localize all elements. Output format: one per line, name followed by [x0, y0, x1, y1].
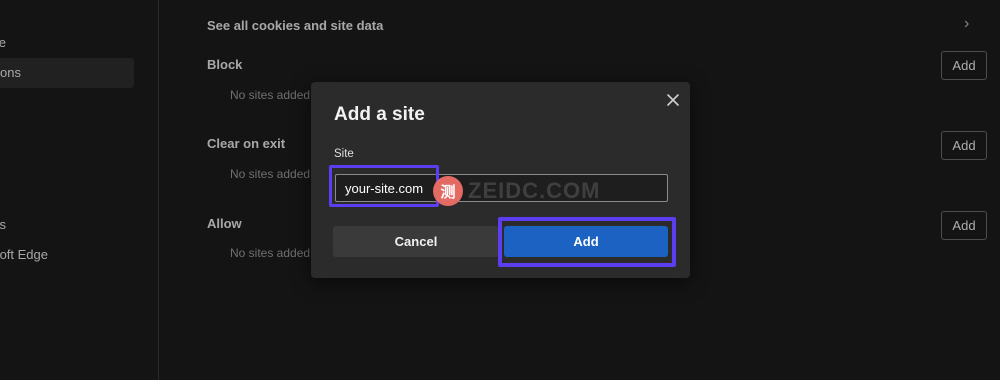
- close-icon[interactable]: [664, 91, 682, 109]
- watermark-badge: 测: [433, 176, 463, 206]
- cancel-button[interactable]: Cancel: [333, 226, 499, 257]
- watermark-text: ZEIDC.COM: [468, 178, 601, 203]
- dialog-title: Add a site: [334, 104, 425, 125]
- add-button[interactable]: Add: [504, 226, 668, 257]
- site-field-label: Site: [334, 148, 354, 160]
